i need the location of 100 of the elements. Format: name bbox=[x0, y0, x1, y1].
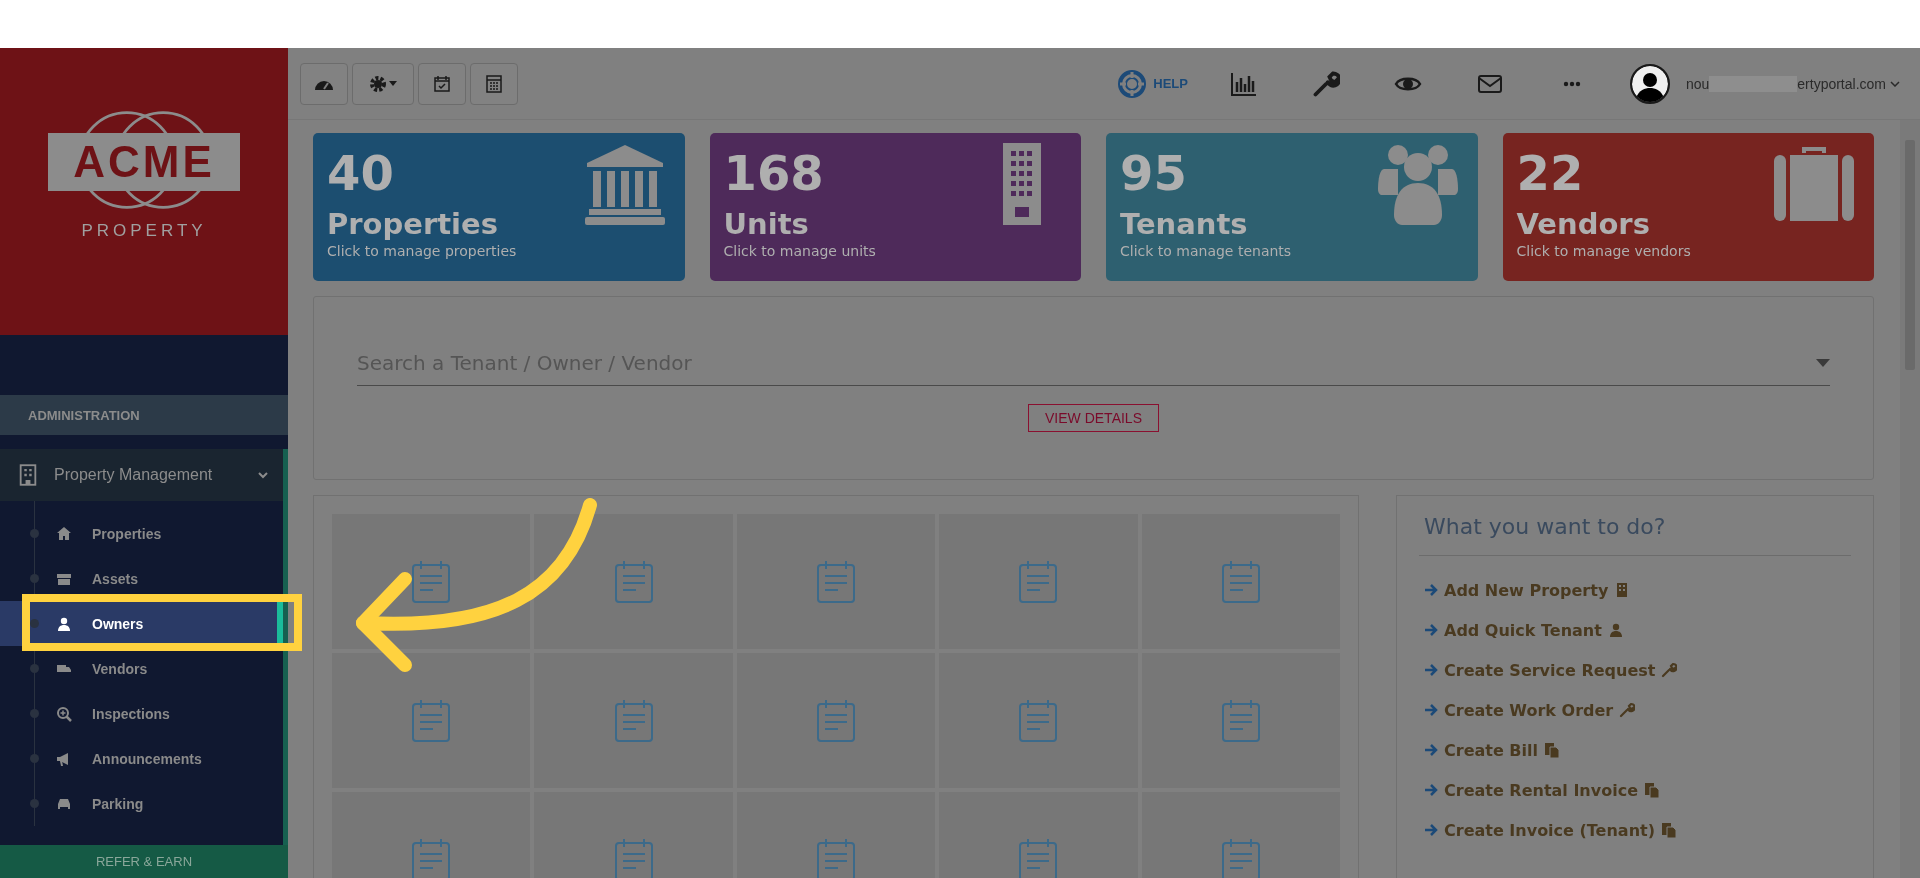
building-icon bbox=[18, 464, 38, 486]
bank-icon bbox=[584, 143, 665, 225]
stat-title: Units bbox=[723, 207, 809, 241]
stat-count: 95 bbox=[1120, 144, 1187, 203]
wrench-icon bbox=[1661, 662, 1678, 678]
refer-button[interactable]: REFER & EARN bbox=[0, 845, 288, 878]
view-details-button[interactable]: VIEW DETAILS bbox=[1028, 404, 1159, 432]
calendar-button[interactable] bbox=[418, 62, 466, 105]
stat-card[interactable]: 22 Vendors Click to manage vendors bbox=[1502, 133, 1874, 281]
notepad-icon bbox=[411, 698, 452, 743]
tree-node-dot bbox=[30, 709, 39, 718]
stat-count: 22 bbox=[1516, 144, 1584, 203]
notepad-icon bbox=[1220, 698, 1261, 743]
stat-title: Tenants bbox=[1120, 207, 1248, 241]
zoom-in-icon bbox=[56, 705, 72, 722]
users-icon bbox=[1377, 143, 1458, 225]
tree-node-dot bbox=[30, 529, 39, 538]
caret-icon bbox=[389, 81, 397, 86]
quick-action-link[interactable]: Create Service Request bbox=[1419, 654, 1851, 686]
stat-title: Properties bbox=[327, 207, 498, 241]
arrow-right-icon bbox=[1424, 623, 1438, 637]
sidebar-item[interactable]: Properties bbox=[0, 511, 283, 556]
stat-card[interactable]: 95 Tenants Click to manage tenants bbox=[1106, 133, 1478, 281]
wrench-icon[interactable] bbox=[1311, 69, 1340, 98]
settings-icon bbox=[369, 74, 387, 93]
settings-button[interactable] bbox=[352, 62, 414, 105]
arrow-right-icon bbox=[1424, 663, 1438, 677]
copy-icon bbox=[1544, 742, 1560, 758]
dropdown-caret-icon bbox=[1816, 359, 1830, 367]
sidebar-item[interactable]: Announcements bbox=[0, 736, 283, 781]
calculator-icon bbox=[485, 74, 503, 93]
help-link[interactable]: HELP bbox=[1117, 68, 1188, 99]
tile[interactable] bbox=[939, 653, 1138, 788]
chevron-icon bbox=[1890, 80, 1900, 87]
stat-subtitle: Click to manage tenants bbox=[1120, 243, 1292, 259]
user-email[interactable]: nou ertyportal.com bbox=[1685, 75, 1900, 92]
quick-action-link[interactable]: Add Quick Tenant bbox=[1419, 614, 1851, 646]
home-icon bbox=[56, 525, 72, 542]
calendar-icon bbox=[433, 74, 451, 93]
tile[interactable] bbox=[332, 653, 531, 788]
notepad-icon bbox=[1220, 837, 1261, 878]
tile[interactable] bbox=[534, 514, 733, 649]
user-icon bbox=[56, 615, 72, 632]
notepad-icon bbox=[1018, 698, 1059, 743]
notepad-icon bbox=[816, 837, 856, 878]
tile[interactable] bbox=[736, 514, 936, 649]
logo-subtitle: PROPERTY bbox=[81, 220, 207, 241]
stat-count: 168 bbox=[723, 144, 824, 203]
tree-node-dot bbox=[30, 619, 39, 628]
notepad-icon bbox=[411, 559, 452, 604]
arrow-right-icon bbox=[1424, 823, 1438, 837]
arrow-right-icon bbox=[1424, 703, 1438, 717]
stat-card[interactable]: 168 Units Click to manage units bbox=[709, 133, 1081, 281]
stat-subtitle: Click to manage vendors bbox=[1516, 243, 1691, 259]
stat-card[interactable]: 40 Properties Click to manage properties bbox=[313, 133, 685, 281]
sidebar-item[interactable]: Parking bbox=[0, 781, 283, 826]
lifebuoy-icon bbox=[1117, 68, 1148, 99]
quick-action-link[interactable]: Create Work Order bbox=[1419, 694, 1851, 726]
quick-action-link[interactable]: Create Invoice (Tenant) bbox=[1419, 814, 1851, 846]
notepad-icon bbox=[1018, 559, 1059, 604]
quick-action-link[interactable]: Add New Property bbox=[1419, 574, 1851, 606]
section-header: ADMINISTRATION bbox=[0, 395, 288, 435]
sidebar-item[interactable]: Vendors bbox=[0, 646, 283, 691]
dashboard-button[interactable] bbox=[300, 62, 348, 105]
notepad-icon bbox=[613, 698, 654, 743]
sidebar-item[interactable]: Assets bbox=[0, 556, 283, 601]
calculator-button[interactable] bbox=[470, 62, 518, 105]
notepad-icon bbox=[816, 559, 856, 604]
notepad-icon bbox=[1018, 837, 1059, 878]
notepad-icon bbox=[411, 837, 452, 878]
notepad-icon bbox=[1220, 559, 1261, 604]
sidebar-item[interactable]: Inspections bbox=[0, 691, 283, 736]
arrow-right-icon bbox=[1424, 783, 1438, 797]
notepad-icon bbox=[613, 837, 654, 878]
quick-action-link[interactable]: Create Rental Invoice bbox=[1419, 774, 1851, 806]
tree-node-dot bbox=[30, 754, 39, 763]
tile[interactable] bbox=[1141, 653, 1340, 788]
nav-group[interactable]: Property Management bbox=[0, 449, 283, 501]
user-icon bbox=[1607, 622, 1624, 638]
copy-icon bbox=[1644, 782, 1660, 798]
tree-node-dot bbox=[30, 664, 39, 673]
wrench-icon bbox=[1619, 702, 1636, 718]
tile[interactable] bbox=[736, 653, 936, 788]
stat-count: 40 bbox=[327, 144, 394, 203]
arrow-right-icon bbox=[1424, 583, 1438, 597]
stat-title: Vendors bbox=[1516, 207, 1650, 241]
avatar-icon[interactable] bbox=[1629, 63, 1670, 104]
stat-subtitle: Click to manage units bbox=[723, 243, 876, 259]
tile[interactable] bbox=[1141, 514, 1340, 649]
logo-wordmark: ACME bbox=[48, 132, 240, 191]
panel-title: What you want to do? bbox=[1419, 514, 1851, 556]
notepad-icon bbox=[613, 559, 654, 604]
tree-node-dot bbox=[30, 574, 39, 583]
tile[interactable] bbox=[939, 514, 1138, 649]
tree-node-dot bbox=[30, 799, 39, 808]
tile[interactable] bbox=[534, 653, 733, 788]
quick-action-link[interactable]: Create Bill bbox=[1419, 734, 1851, 766]
notepad-icon bbox=[816, 698, 856, 743]
copy-icon bbox=[1661, 822, 1677, 838]
arrow-right-icon bbox=[1424, 743, 1438, 757]
